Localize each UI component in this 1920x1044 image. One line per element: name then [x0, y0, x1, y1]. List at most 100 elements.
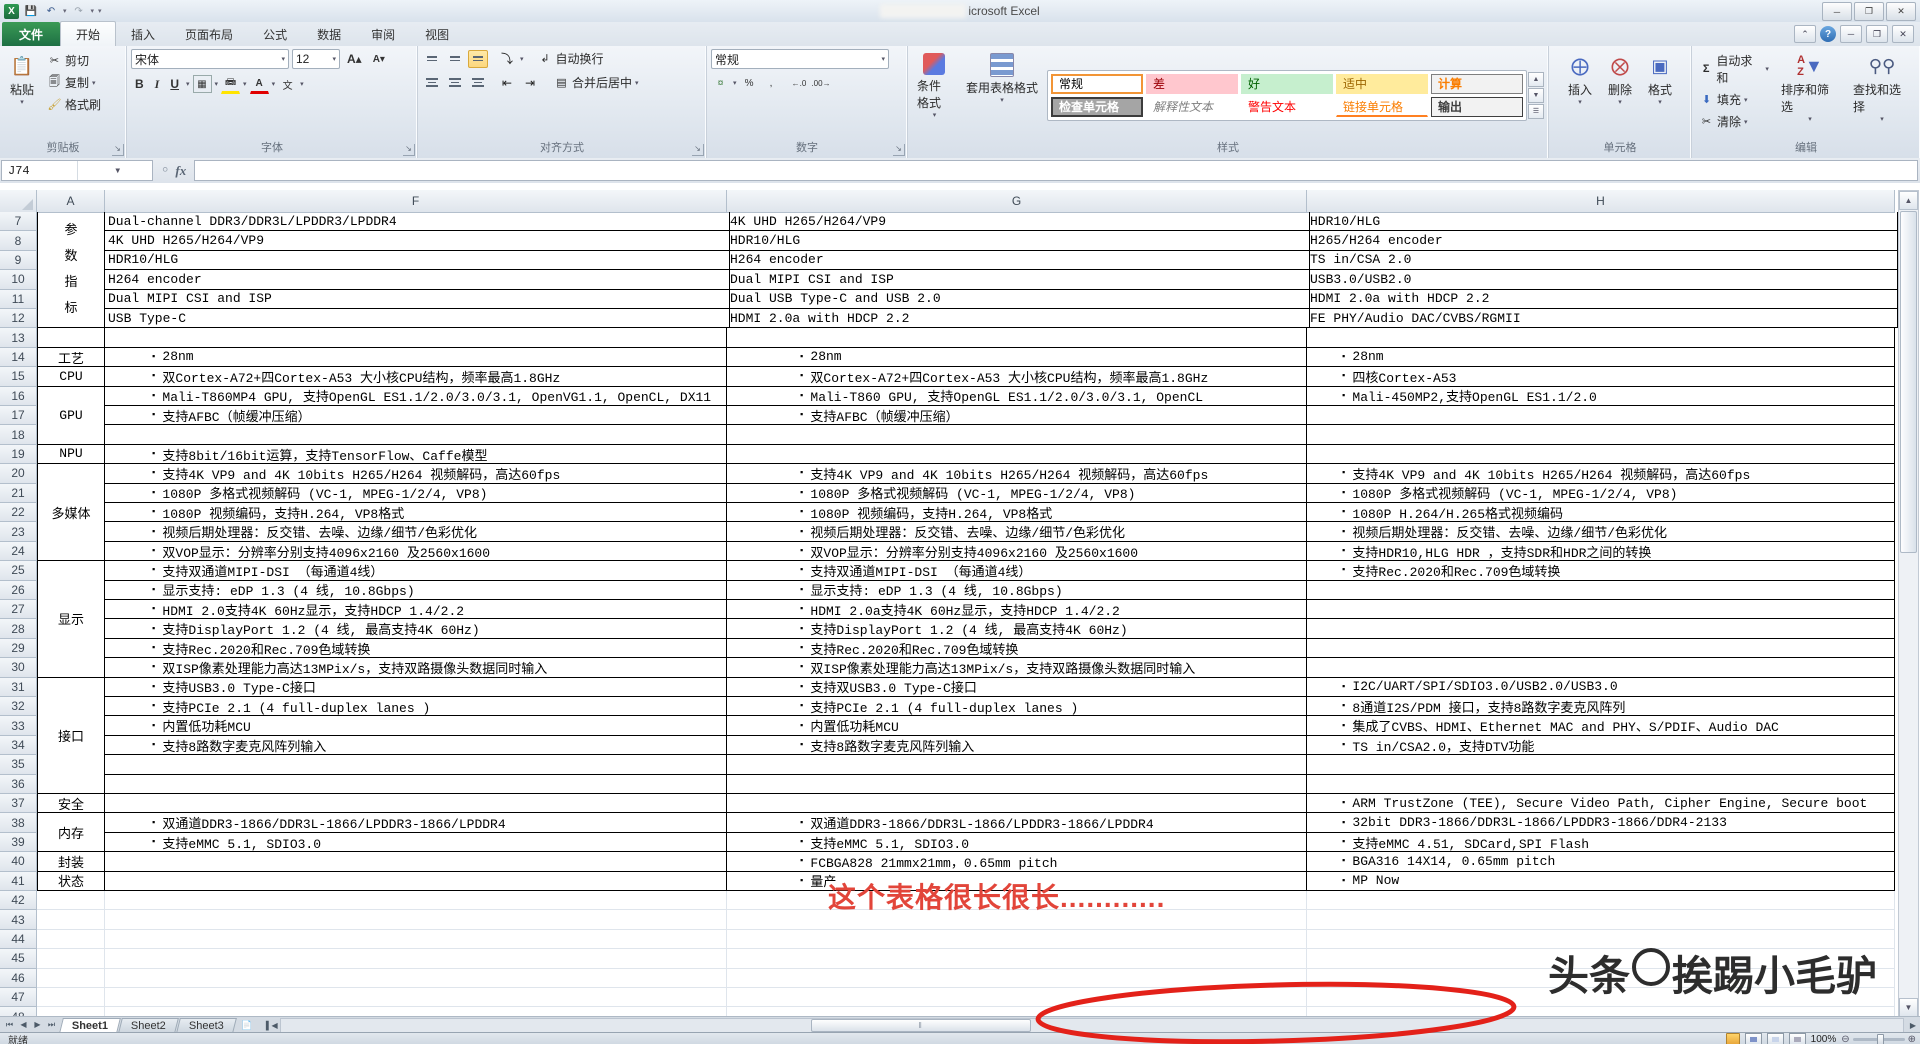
cell-H16[interactable]: ▪Mali-450MP2,支持OpenGL ES1.1/2.0 [1307, 387, 1895, 406]
cell-F11[interactable]: Dual MIPI CSI and ISP [105, 290, 730, 309]
next-sheet-icon[interactable]: ▶ [31, 1020, 44, 1030]
row-header-12[interactable]: 12 [0, 309, 37, 328]
cell-F28[interactable]: ▪支持DisplayPort 1.2 (4 线, 最高支持4K 60Hz) [105, 619, 727, 638]
cell-G39[interactable]: ▪ 支持eMMC 5.1, SDIO3.0 [727, 833, 1307, 852]
horizontal-scroll-thumb[interactable]: ‖ [811, 1019, 1031, 1032]
sheet-tab-Sheet3[interactable]: Sheet3 [176, 1018, 237, 1033]
decrease-decimal-icon[interactable]: .00→ [812, 74, 831, 92]
conditional-formatting-button[interactable]: 条件格式▾ [912, 49, 957, 141]
tab-split-handle[interactable]: ▌◀ [266, 1021, 278, 1030]
row-label-NPU[interactable]: NPU [37, 445, 105, 464]
paste-button[interactable]: 📋 粘贴▾ [4, 49, 40, 141]
cell-H21[interactable]: ▪1080P 多格式视频解码 (VC-1, MPEG-1/2/4, VP8) [1307, 484, 1895, 503]
cell-H38[interactable]: ▪32bit DDR3-1866/DDR3L-1866/LPDDR3-1866/… [1307, 813, 1895, 832]
page-break-view-icon[interactable] [1789, 1033, 1806, 1044]
cell-H27[interactable] [1307, 600, 1895, 619]
cell-G30[interactable]: ▪双ISP像素处理能力高达13MPix/s，支持双路摄像头数据同时输入 [727, 658, 1307, 677]
cell-G35[interactable] [727, 755, 1307, 774]
cell-G47[interactable] [727, 988, 1307, 1007]
cell-H24[interactable]: ▪支持HDR10,HLG HDR ，支持SDR和HDR之间的转换 [1307, 542, 1895, 561]
row-header-15[interactable]: 15 [0, 367, 37, 386]
font-size-select[interactable]: 12▾ [292, 49, 340, 69]
merge-center-button[interactable]: ▤合并后居中▾ [551, 73, 642, 92]
cell-H9[interactable]: TS in/CSA 2.0 [1307, 251, 1898, 270]
font-dialog-launcher[interactable]: ↘ [403, 144, 415, 156]
cell-H8[interactable]: H265/H264 encoder [1307, 231, 1898, 250]
cell-F35[interactable] [105, 755, 727, 774]
column-header-A[interactable]: A [37, 190, 105, 213]
borders-icon[interactable]: ▦ [193, 75, 212, 93]
page-layout-view-icon[interactable] [1767, 1033, 1784, 1044]
workbook-restore-button[interactable]: ❐ [1866, 25, 1888, 43]
clipboard-dialog-launcher[interactable]: ↘ [112, 144, 124, 156]
row-header-16[interactable]: 16 [0, 387, 37, 406]
cell-H25[interactable]: ▪支持Rec.2020和Rec.709色域转换 [1307, 561, 1895, 580]
cell-H18[interactable] [1307, 425, 1895, 444]
row-label-参数指标[interactable]: 参数指标 [37, 212, 105, 328]
row-label-GPU[interactable]: GPU [37, 387, 105, 445]
row-header-21[interactable]: 21 [0, 484, 37, 503]
row-header-17[interactable]: 17 [0, 406, 37, 425]
macro-record-icon[interactable] [1726, 1033, 1740, 1044]
row-header-22[interactable]: 22 [0, 503, 37, 522]
cell-G44[interactable] [727, 930, 1307, 949]
accounting-format-icon[interactable]: ¤ [711, 74, 730, 92]
row-header-40[interactable]: 40 [0, 852, 37, 871]
row-header-25[interactable]: 25 [0, 561, 37, 580]
cell-H48[interactable] [1307, 1007, 1895, 1016]
insert-cells-button[interactable]: ⨁ 插入▾ [1562, 49, 1598, 141]
cell-F16[interactable]: ▪Mali-T860MP4 GPU, 支持OpenGL ES1.1/2.0/3.… [105, 387, 727, 406]
cell-H31[interactable]: ▪I2C/UART/SPI/SDIO3.0/USB2.0/USB3.0 [1307, 678, 1895, 697]
cell-F21[interactable]: ▪1080P 多格式视频解码 (VC-1, MPEG-1/2/4, VP8) [105, 484, 727, 503]
row-header-8[interactable]: 8 [0, 231, 37, 250]
cell-F12[interactable]: USB Type-C [105, 309, 730, 328]
row-header-34[interactable]: 34 [0, 736, 37, 755]
cell-F43[interactable] [105, 910, 727, 929]
align-middle-icon[interactable] [445, 50, 465, 68]
cell-style-适中[interactable]: 适中 [1336, 74, 1428, 94]
cell-G8[interactable]: HDR10/HLG [727, 231, 1310, 250]
cell-G28[interactable]: ▪支持DisplayPort 1.2 (4 线, 最高支持4K 60Hz) [727, 619, 1307, 638]
cell-G33[interactable]: ▪内置低功耗MCU [727, 716, 1307, 735]
cell-G18[interactable] [727, 425, 1307, 444]
zoom-slider-knob[interactable] [1877, 1034, 1884, 1044]
restore-button[interactable]: ❐ [1854, 2, 1884, 21]
row-header-35[interactable]: 35 [0, 755, 37, 774]
sort-filter-button[interactable]: AZ▼ 排序和筛选▾ [1776, 49, 1844, 141]
cell-F30[interactable]: ▪双ISP像素处理能力高达13MPix/s，支持双路摄像头数据同时输入 [105, 658, 727, 677]
fill-color-icon[interactable]: 📾 [221, 74, 240, 94]
align-bottom-icon[interactable] [468, 50, 488, 68]
tab-开始[interactable]: 开始 [60, 21, 116, 46]
shrink-font-button[interactable]: A▾ [369, 52, 389, 67]
cell-F25[interactable]: ▪支持双通道MIPI-DSI （每通道4线） [105, 561, 727, 580]
row-header-42[interactable]: 42 [0, 891, 37, 910]
alignment-dialog-launcher[interactable]: ↘ [692, 144, 704, 156]
cell-F19[interactable]: ▪支持8bit/16bit运算，支持TensorFlow、Caffe模型 [105, 445, 727, 464]
row-label-内存[interactable]: 内存 [37, 813, 105, 852]
cell-F29[interactable]: ▪支持Rec.2020和Rec.709色域转换 [105, 639, 727, 658]
cell-F8[interactable]: 4K UHD H265/H264/VP9 [105, 231, 730, 250]
cell-F20[interactable]: ▪支持4K VP9 and 4K 10bits H265/H264 视频解码，高… [105, 464, 727, 483]
cell-style-常规[interactable]: 常规 [1051, 74, 1143, 94]
row-label-显示[interactable]: 显示 [37, 561, 105, 677]
cell-H7[interactable]: HDR10/HLG [1307, 212, 1898, 231]
cell-H30[interactable] [1307, 658, 1895, 677]
row-header-24[interactable]: 24 [0, 542, 37, 561]
cell-G34[interactable]: ▪支持8路数字麦克风阵列输入 [727, 736, 1307, 755]
cell-H35[interactable] [1307, 755, 1895, 774]
vertical-scrollbar[interactable]: ▲ ▼ [1898, 190, 1919, 1018]
row-header-9[interactable]: 9 [0, 251, 37, 270]
row-header-18[interactable]: 18 [0, 425, 37, 444]
align-top-icon[interactable] [422, 50, 442, 68]
number-dialog-launcher[interactable]: ↘ [893, 144, 905, 156]
row-header-38[interactable]: 38 [0, 813, 37, 832]
cell-H29[interactable] [1307, 639, 1895, 658]
cell-F37[interactable] [105, 794, 727, 813]
cell-G11[interactable]: Dual USB Type-C and USB 2.0 [727, 290, 1310, 309]
cell-H22[interactable]: ▪1080P H.264/H.265格式视频编码 [1307, 503, 1895, 522]
scroll-up-icon[interactable]: ▲ [1899, 191, 1918, 210]
workbook-minimize-button[interactable]: ─ [1840, 25, 1862, 43]
formula-input[interactable] [194, 160, 1918, 181]
cell-F31[interactable]: ▪支持USB3.0 Type-C接口 [105, 678, 727, 697]
row-header-48[interactable]: 48 [0, 1007, 37, 1016]
